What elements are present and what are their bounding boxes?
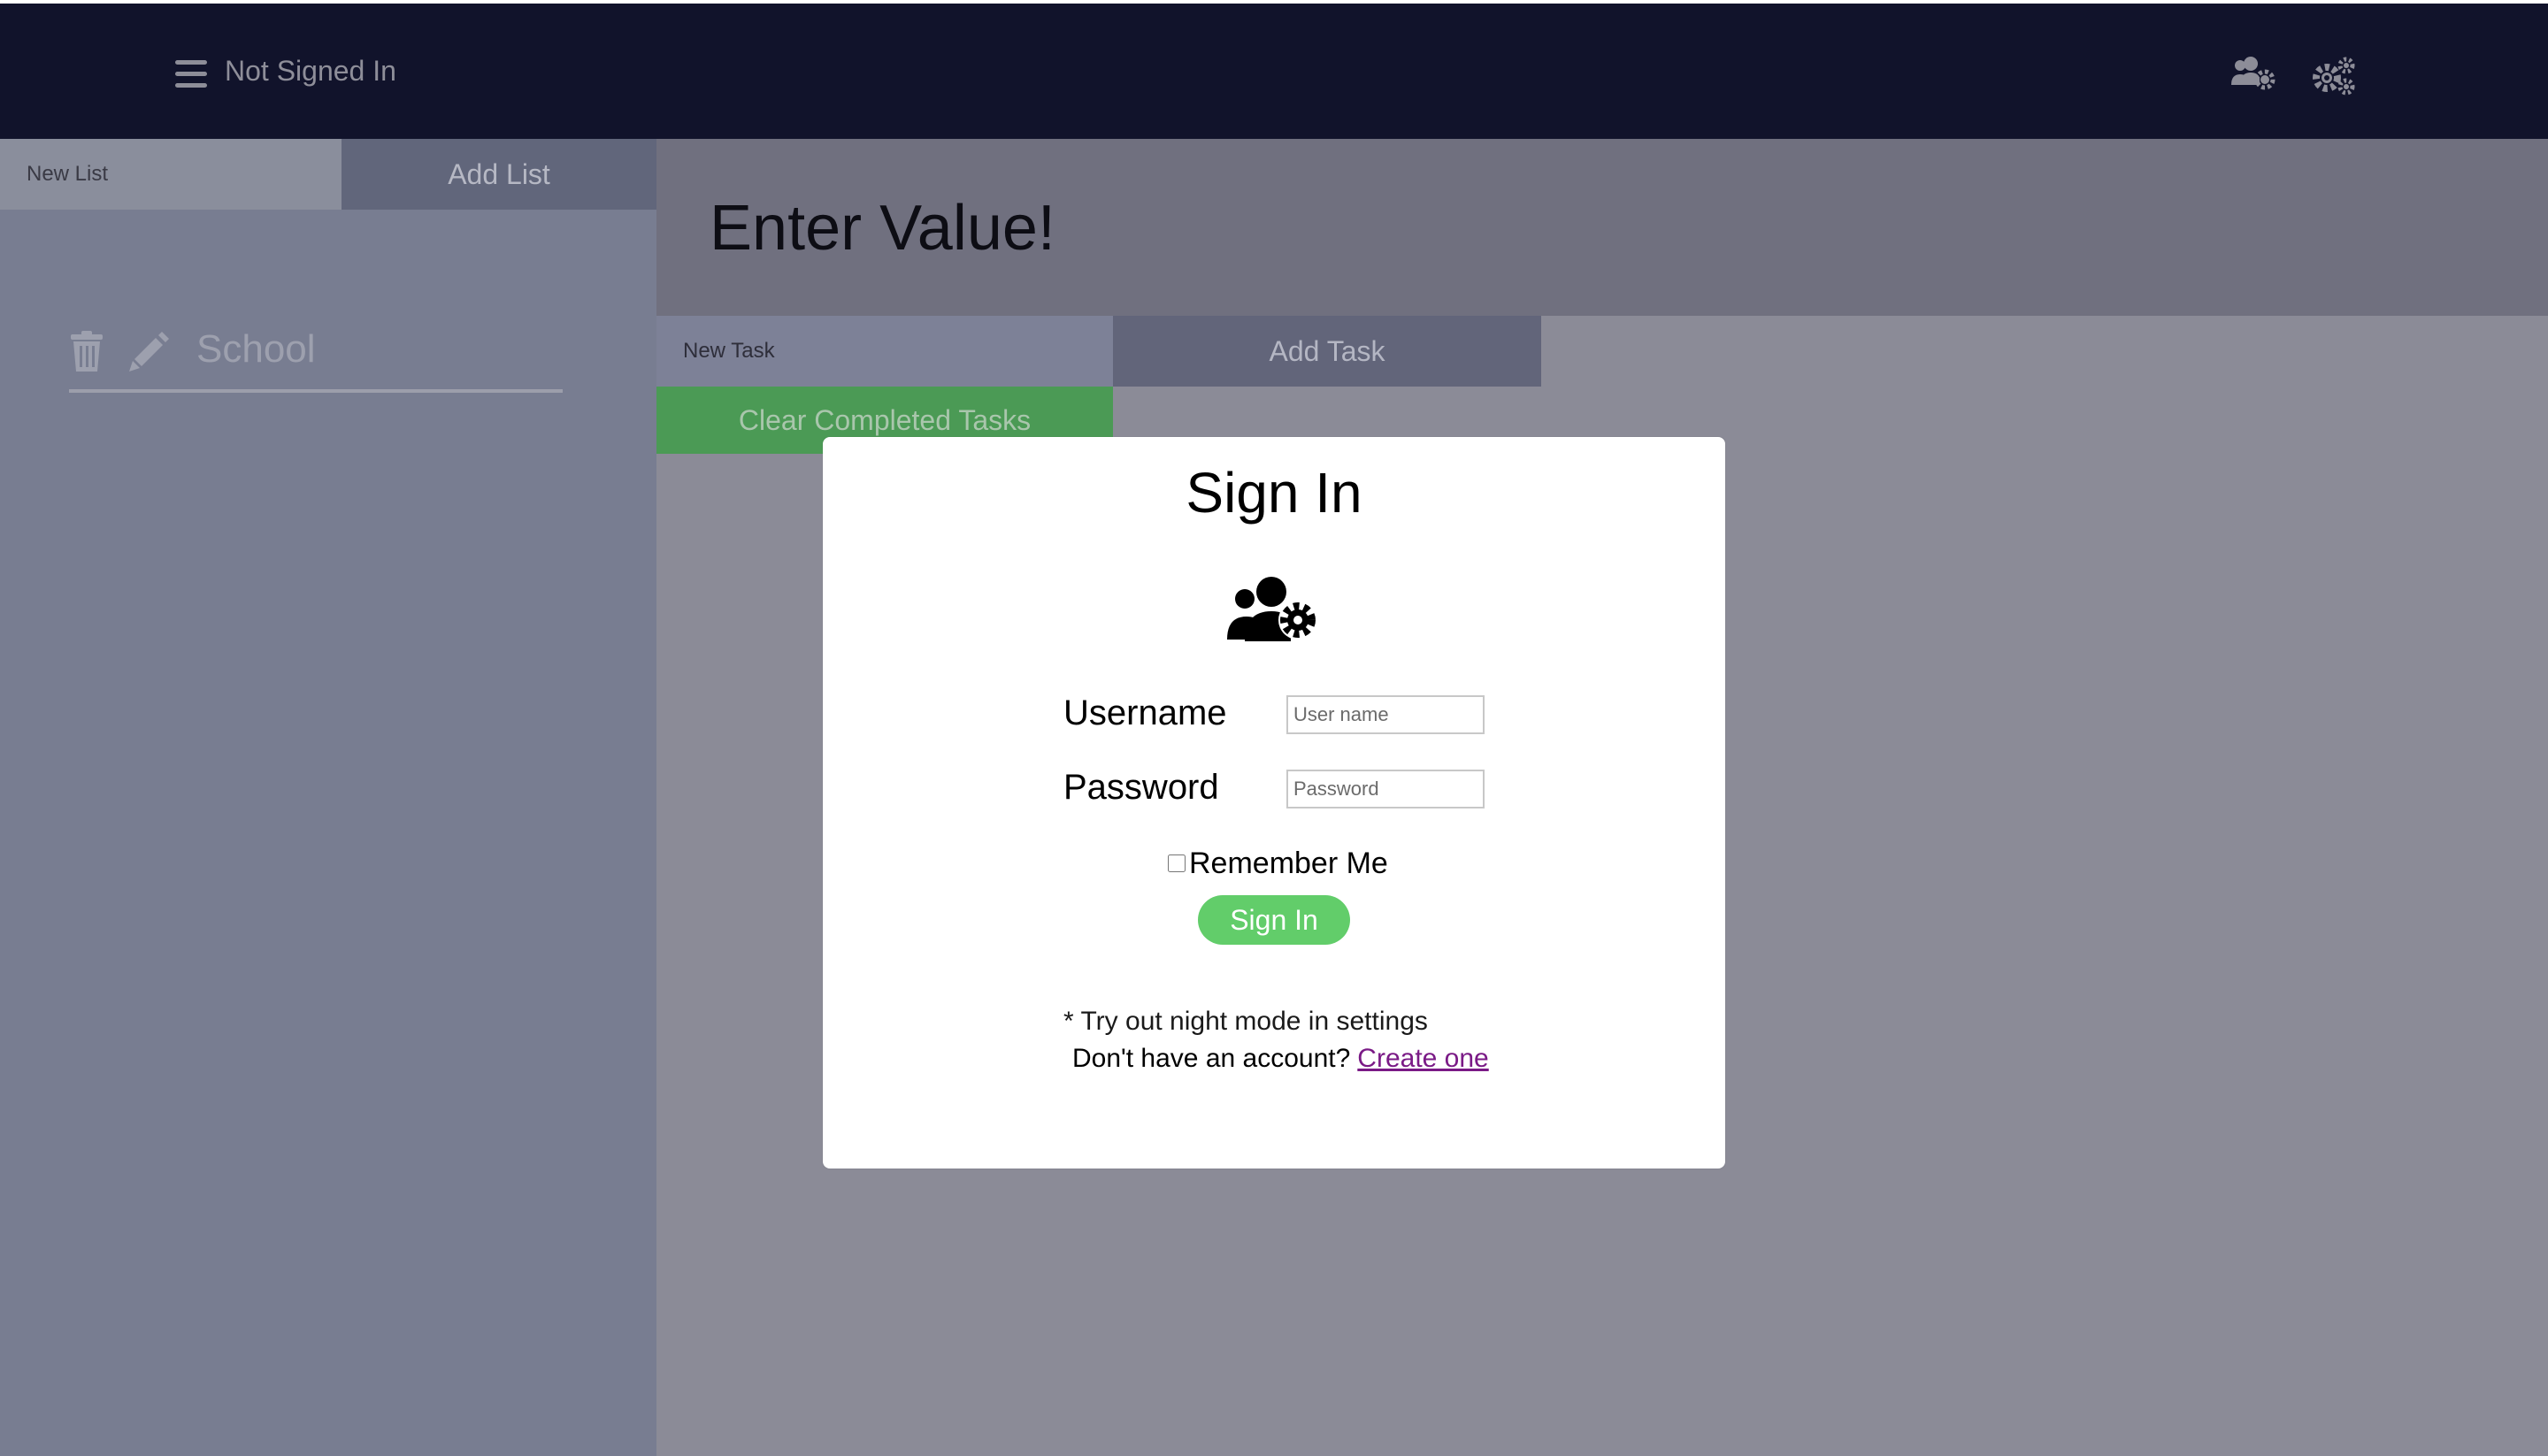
list-title[interactable]: Enter Value!	[710, 192, 1055, 264]
signin-status: Not Signed In	[225, 55, 396, 87]
pencil-icon[interactable]	[129, 331, 170, 372]
create-account-link[interactable]: Create one	[1357, 1044, 1488, 1073]
cogs-icon[interactable]	[2311, 55, 2357, 96]
users-cog-icon[interactable]	[2230, 55, 2276, 96]
password-input[interactable]	[1286, 770, 1485, 808]
password-label: Password	[1063, 768, 1219, 807]
trash-icon[interactable]	[69, 331, 104, 372]
users-cog-icon	[1225, 574, 1323, 648]
account-prompt-text: Don't have an account?	[1072, 1044, 1351, 1073]
account-prompt: Don't have an account? Create one	[1072, 1044, 1489, 1074]
list-name[interactable]: School	[196, 327, 316, 372]
remember-me-checkbox[interactable]	[1168, 854, 1186, 872]
remember-me-row: Remember Me	[1168, 846, 1388, 881]
top-navbar: Not Signed In	[0, 0, 2548, 139]
username-input[interactable]	[1286, 695, 1485, 734]
list-item[interactable]: School	[69, 320, 563, 393]
signin-modal: Sign In Username Password Remember Me Si…	[823, 437, 1725, 1169]
sidebar: Add List School	[0, 139, 656, 1456]
remember-me-label[interactable]: Remember Me	[1189, 847, 1388, 881]
hamburger-icon[interactable]	[175, 60, 207, 88]
add-task-button[interactable]: Add Task	[1113, 316, 1541, 387]
username-label: Username	[1063, 694, 1227, 732]
list-title-band: Enter Value!	[656, 139, 2548, 316]
signin-button[interactable]: Sign In	[1198, 895, 1350, 945]
add-list-button[interactable]: Add List	[342, 139, 656, 210]
night-mode-hint: * Try out night mode in settings	[1063, 1007, 1428, 1036]
new-list-input[interactable]	[0, 139, 342, 210]
modal-title: Sign In	[1186, 461, 1362, 525]
new-task-input[interactable]	[656, 316, 1113, 387]
